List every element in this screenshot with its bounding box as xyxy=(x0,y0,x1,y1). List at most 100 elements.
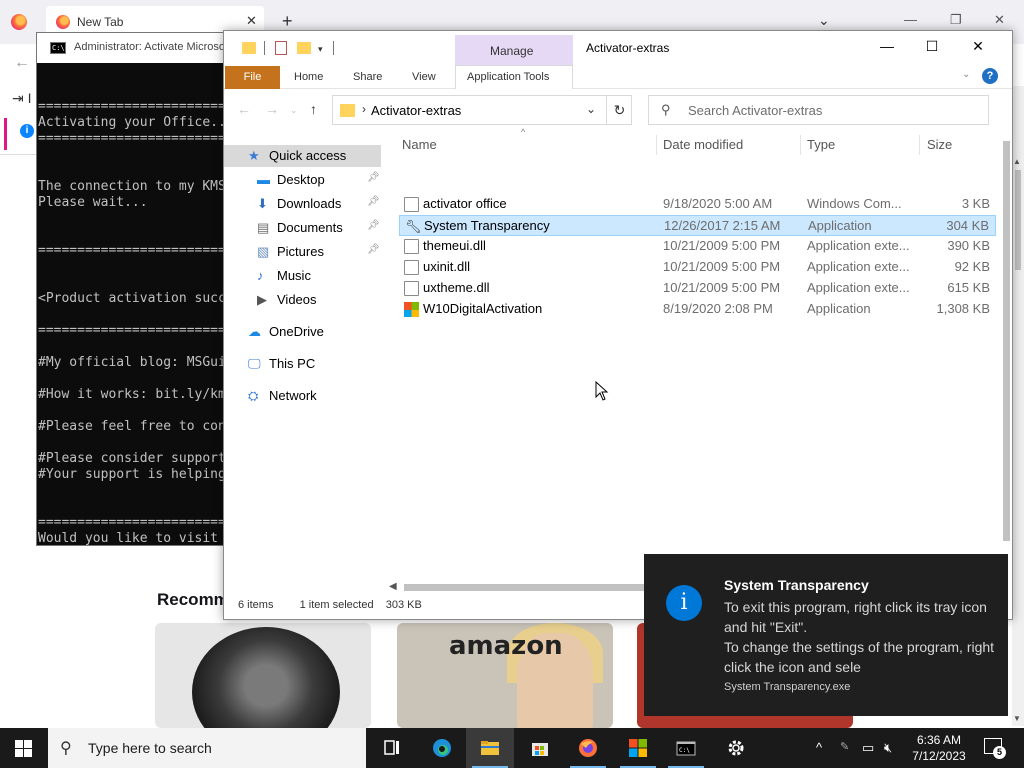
volume-muted-icon[interactable]: 🔇︎ xyxy=(884,740,892,756)
page-scrollbar-thumb[interactable] xyxy=(1015,170,1021,270)
properties-icon[interactable] xyxy=(275,41,287,55)
file-row[interactable]: activator office 9/18/2020 5:00 AM Windows… xyxy=(399,194,996,215)
column-header-name[interactable]: Name xyxy=(402,137,437,152)
tab-application-tools[interactable]: Application Tools xyxy=(467,71,549,83)
pin-icon[interactable]: 📌︎ xyxy=(367,244,380,255)
close-icon[interactable]: ✕ xyxy=(955,38,1001,58)
scroll-up-icon[interactable]: ▲ xyxy=(1013,157,1021,166)
show-hidden-icons-chevron-icon[interactable]: ^ xyxy=(816,740,822,755)
search-input[interactable]: Search Activator-extras xyxy=(688,103,822,118)
breadcrumb-current[interactable]: Activator-extras xyxy=(371,103,461,118)
music-icon: ♪ xyxy=(257,268,264,283)
ribbon-expand-chevron-icon[interactable]: ⌄ xyxy=(962,69,970,80)
wrench-icon: 🔧︎ xyxy=(405,219,422,234)
file-explorer-window[interactable]: ▾ Manage Activator-extras — ☐ ✕ File Hom… xyxy=(223,30,1013,620)
store-taskbar-button[interactable] xyxy=(516,728,564,768)
sort-ascending-icon: ^ xyxy=(521,127,526,137)
nav-item-label: Downloads xyxy=(277,196,342,211)
nav-item-network[interactable]: ⛭ Network xyxy=(224,385,381,407)
scroll-down-icon[interactable]: ▼ xyxy=(1013,714,1021,723)
pen-icon[interactable]: ✎ xyxy=(840,740,849,753)
column-separator[interactable] xyxy=(800,135,801,155)
taskbar-search-input[interactable]: Type here to search xyxy=(88,740,212,756)
file-tab[interactable]: File xyxy=(225,66,280,89)
maximize-icon[interactable]: ☐ xyxy=(909,38,955,58)
file-size: 304 KB xyxy=(946,218,989,233)
nav-item-videos[interactable]: ▶ Videos xyxy=(224,289,381,311)
file-row[interactable]: uxinit.dll 10/21/2009 5:00 PM Application … xyxy=(399,257,996,278)
column-separator[interactable] xyxy=(919,135,920,155)
cmd-taskbar-button[interactable]: C:\ xyxy=(662,728,710,768)
new-folder-icon[interactable] xyxy=(297,42,311,54)
taskbar-search-box[interactable]: ⚲ Type here to search xyxy=(48,728,366,768)
tab-view[interactable]: View xyxy=(412,71,436,83)
firefox-restore-icon[interactable]: ❐ xyxy=(950,12,962,28)
nav-item-quick-access[interactable]: ★ Quick access xyxy=(224,145,381,167)
address-dropdown-icon[interactable]: ⌄ xyxy=(586,102,596,116)
firefox-minimize-icon[interactable]: — xyxy=(904,12,917,27)
help-icon[interactable]: ? xyxy=(982,68,998,84)
recommended-card-amazon[interactable]: amazon xyxy=(397,623,613,728)
forward-icon[interactable]: → xyxy=(265,101,279,117)
file-explorer-taskbar-button[interactable] xyxy=(466,728,514,768)
firefox-sidebar-item[interactable]: ⇥ I xyxy=(12,90,32,107)
column-separator[interactable] xyxy=(656,135,657,155)
refresh-icon[interactable]: ↻ xyxy=(606,96,632,124)
toast-notification[interactable]: i System Transparency To exit this progr… xyxy=(644,554,1008,716)
nav-item-pictures[interactable]: ▧ Pictures 📌︎ xyxy=(224,241,381,263)
nav-item-onedrive[interactable]: ☁ OneDrive xyxy=(224,321,381,343)
network-icon[interactable]: ▭ xyxy=(862,740,874,756)
tab-list-chevron-icon[interactable]: ⌄ xyxy=(818,12,830,29)
nav-item-music[interactable]: ♪ Music xyxy=(224,265,381,287)
file-row[interactable]: uxtheme.dll 10/21/2009 5:00 PM Application… xyxy=(399,278,996,299)
info-icon[interactable]: i xyxy=(20,124,34,138)
up-arrow-icon[interactable]: ↑ xyxy=(310,101,317,117)
back-arrow-icon[interactable]: ← xyxy=(14,54,30,72)
sidebar-accent xyxy=(4,118,7,150)
pin-icon[interactable]: 📌︎ xyxy=(367,196,380,207)
vertical-scrollbar-thumb[interactable] xyxy=(1003,141,1010,541)
firefox-close-icon[interactable]: ✕ xyxy=(994,12,1005,28)
file-row[interactable]: themeui.dll 10/21/2009 5:00 PM Application… xyxy=(399,236,996,257)
minimize-icon[interactable]: — xyxy=(864,38,910,58)
store-icon xyxy=(532,743,548,756)
address-bar[interactable]: › Activator-extras ⌄ ↻ xyxy=(332,95,632,125)
file-row[interactable]: 🔧︎ System Transparency 12/26/2017 2:15 AM A… xyxy=(399,215,996,236)
scroll-left-icon[interactable]: ◀ xyxy=(389,581,397,592)
windows-logo-icon xyxy=(629,739,647,757)
firefox-icon[interactable] xyxy=(11,14,27,30)
horizontal-scrollbar-thumb[interactable] xyxy=(404,584,654,591)
nav-item-desktop[interactable]: ▬ Desktop 📌︎ xyxy=(224,169,381,191)
column-header-type[interactable]: Type xyxy=(807,137,835,152)
column-header-date[interactable]: Date modified xyxy=(663,137,743,152)
close-tab-icon[interactable]: ✕ xyxy=(246,13,257,29)
edge-taskbar-button[interactable] xyxy=(418,728,466,768)
file-row[interactable]: W10DigitalActivation 8/19/2020 2:08 PM App… xyxy=(399,299,996,320)
nav-item-this-pc[interactable]: 🖵︎ This PC xyxy=(224,353,381,375)
back-icon[interactable]: ← xyxy=(237,101,251,117)
pin-icon[interactable]: 📌︎ xyxy=(367,172,380,183)
recent-locations-chevron-icon[interactable]: ⌄ xyxy=(290,105,298,116)
settings-taskbar-button[interactable] xyxy=(712,728,760,768)
column-header-size[interactable]: Size xyxy=(927,137,952,152)
search-box[interactable]: ⚲ Search Activator-extras xyxy=(648,95,989,125)
clock[interactable]: 6:36 AM 7/12/2023 xyxy=(904,732,974,764)
nav-item-documents[interactable]: ▤ Documents 📌︎ xyxy=(224,217,381,239)
start-button[interactable] xyxy=(0,728,48,768)
network-icon: ⛭ xyxy=(248,388,259,403)
nav-item-downloads[interactable]: ⬇ Downloads 📌︎ xyxy=(224,193,381,215)
firefox-taskbar-button[interactable] xyxy=(564,728,612,768)
new-tab-icon[interactable]: + xyxy=(282,12,293,30)
tab-share[interactable]: Share xyxy=(353,71,382,83)
windows-logo-icon xyxy=(404,302,419,317)
file-date: 8/19/2020 2:08 PM xyxy=(663,301,773,316)
recommended-card-vintage-photo[interactable] xyxy=(155,623,371,728)
tab-home[interactable]: Home xyxy=(294,71,323,83)
breadcrumb-chevron-icon[interactable]: › xyxy=(362,102,366,116)
activator-taskbar-button[interactable] xyxy=(614,728,662,768)
quick-access-dropdown-icon[interactable]: ▾ xyxy=(318,44,323,55)
pin-icon[interactable]: 📌︎ xyxy=(367,220,380,231)
file-name: activator office xyxy=(423,196,507,211)
recommended-heading: Recomm xyxy=(157,590,229,609)
task-view-button[interactable] xyxy=(368,728,416,768)
